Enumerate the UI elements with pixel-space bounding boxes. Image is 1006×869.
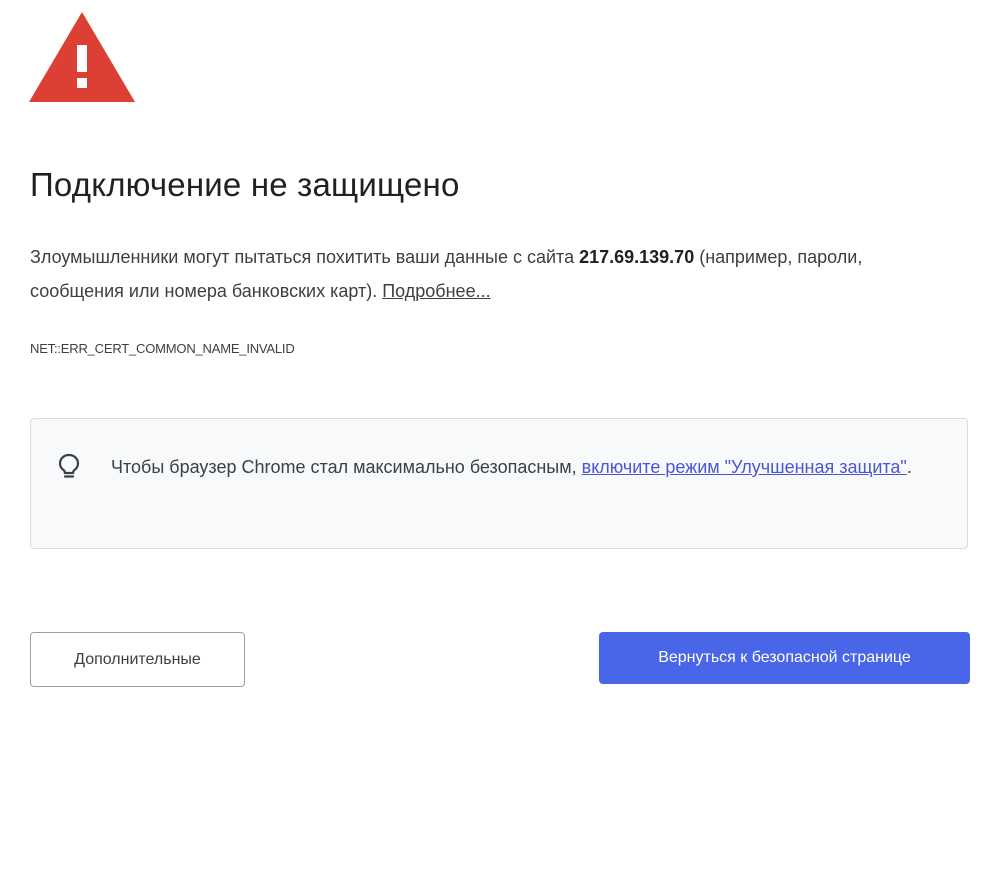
site-host: 217.69.139.70 (579, 247, 695, 267)
learn-more-link[interactable]: Подробнее... (382, 281, 490, 301)
enhanced-protection-prefix: Чтобы браузер Chrome стал максимально бе… (111, 457, 582, 477)
warning-triangle-icon (29, 12, 135, 102)
error-code: NET::ERR_CERT_COMMON_NAME_INVALID (30, 341, 295, 356)
enhanced-protection-box: Чтобы браузер Chrome стал максимально бе… (30, 418, 968, 549)
lightbulb-icon (58, 453, 80, 478)
error-description: Злоумышленники могут пытаться похитить в… (30, 240, 930, 308)
enhanced-protection-suffix: . (906, 457, 912, 477)
page-title: Подключение не защищено (30, 166, 460, 203)
enable-enhanced-protection-link[interactable]: включите режим "Улучшенная защита" (582, 457, 907, 477)
enhanced-protection-text: Чтобы браузер Chrome стал максимально бе… (111, 449, 931, 485)
advanced-button[interactable]: Дополнительные (30, 632, 245, 687)
description-prefix: Злоумышленники могут пытаться похитить в… (30, 247, 580, 267)
back-to-safety-button[interactable]: Вернуться к безопасной странице (599, 632, 970, 684)
